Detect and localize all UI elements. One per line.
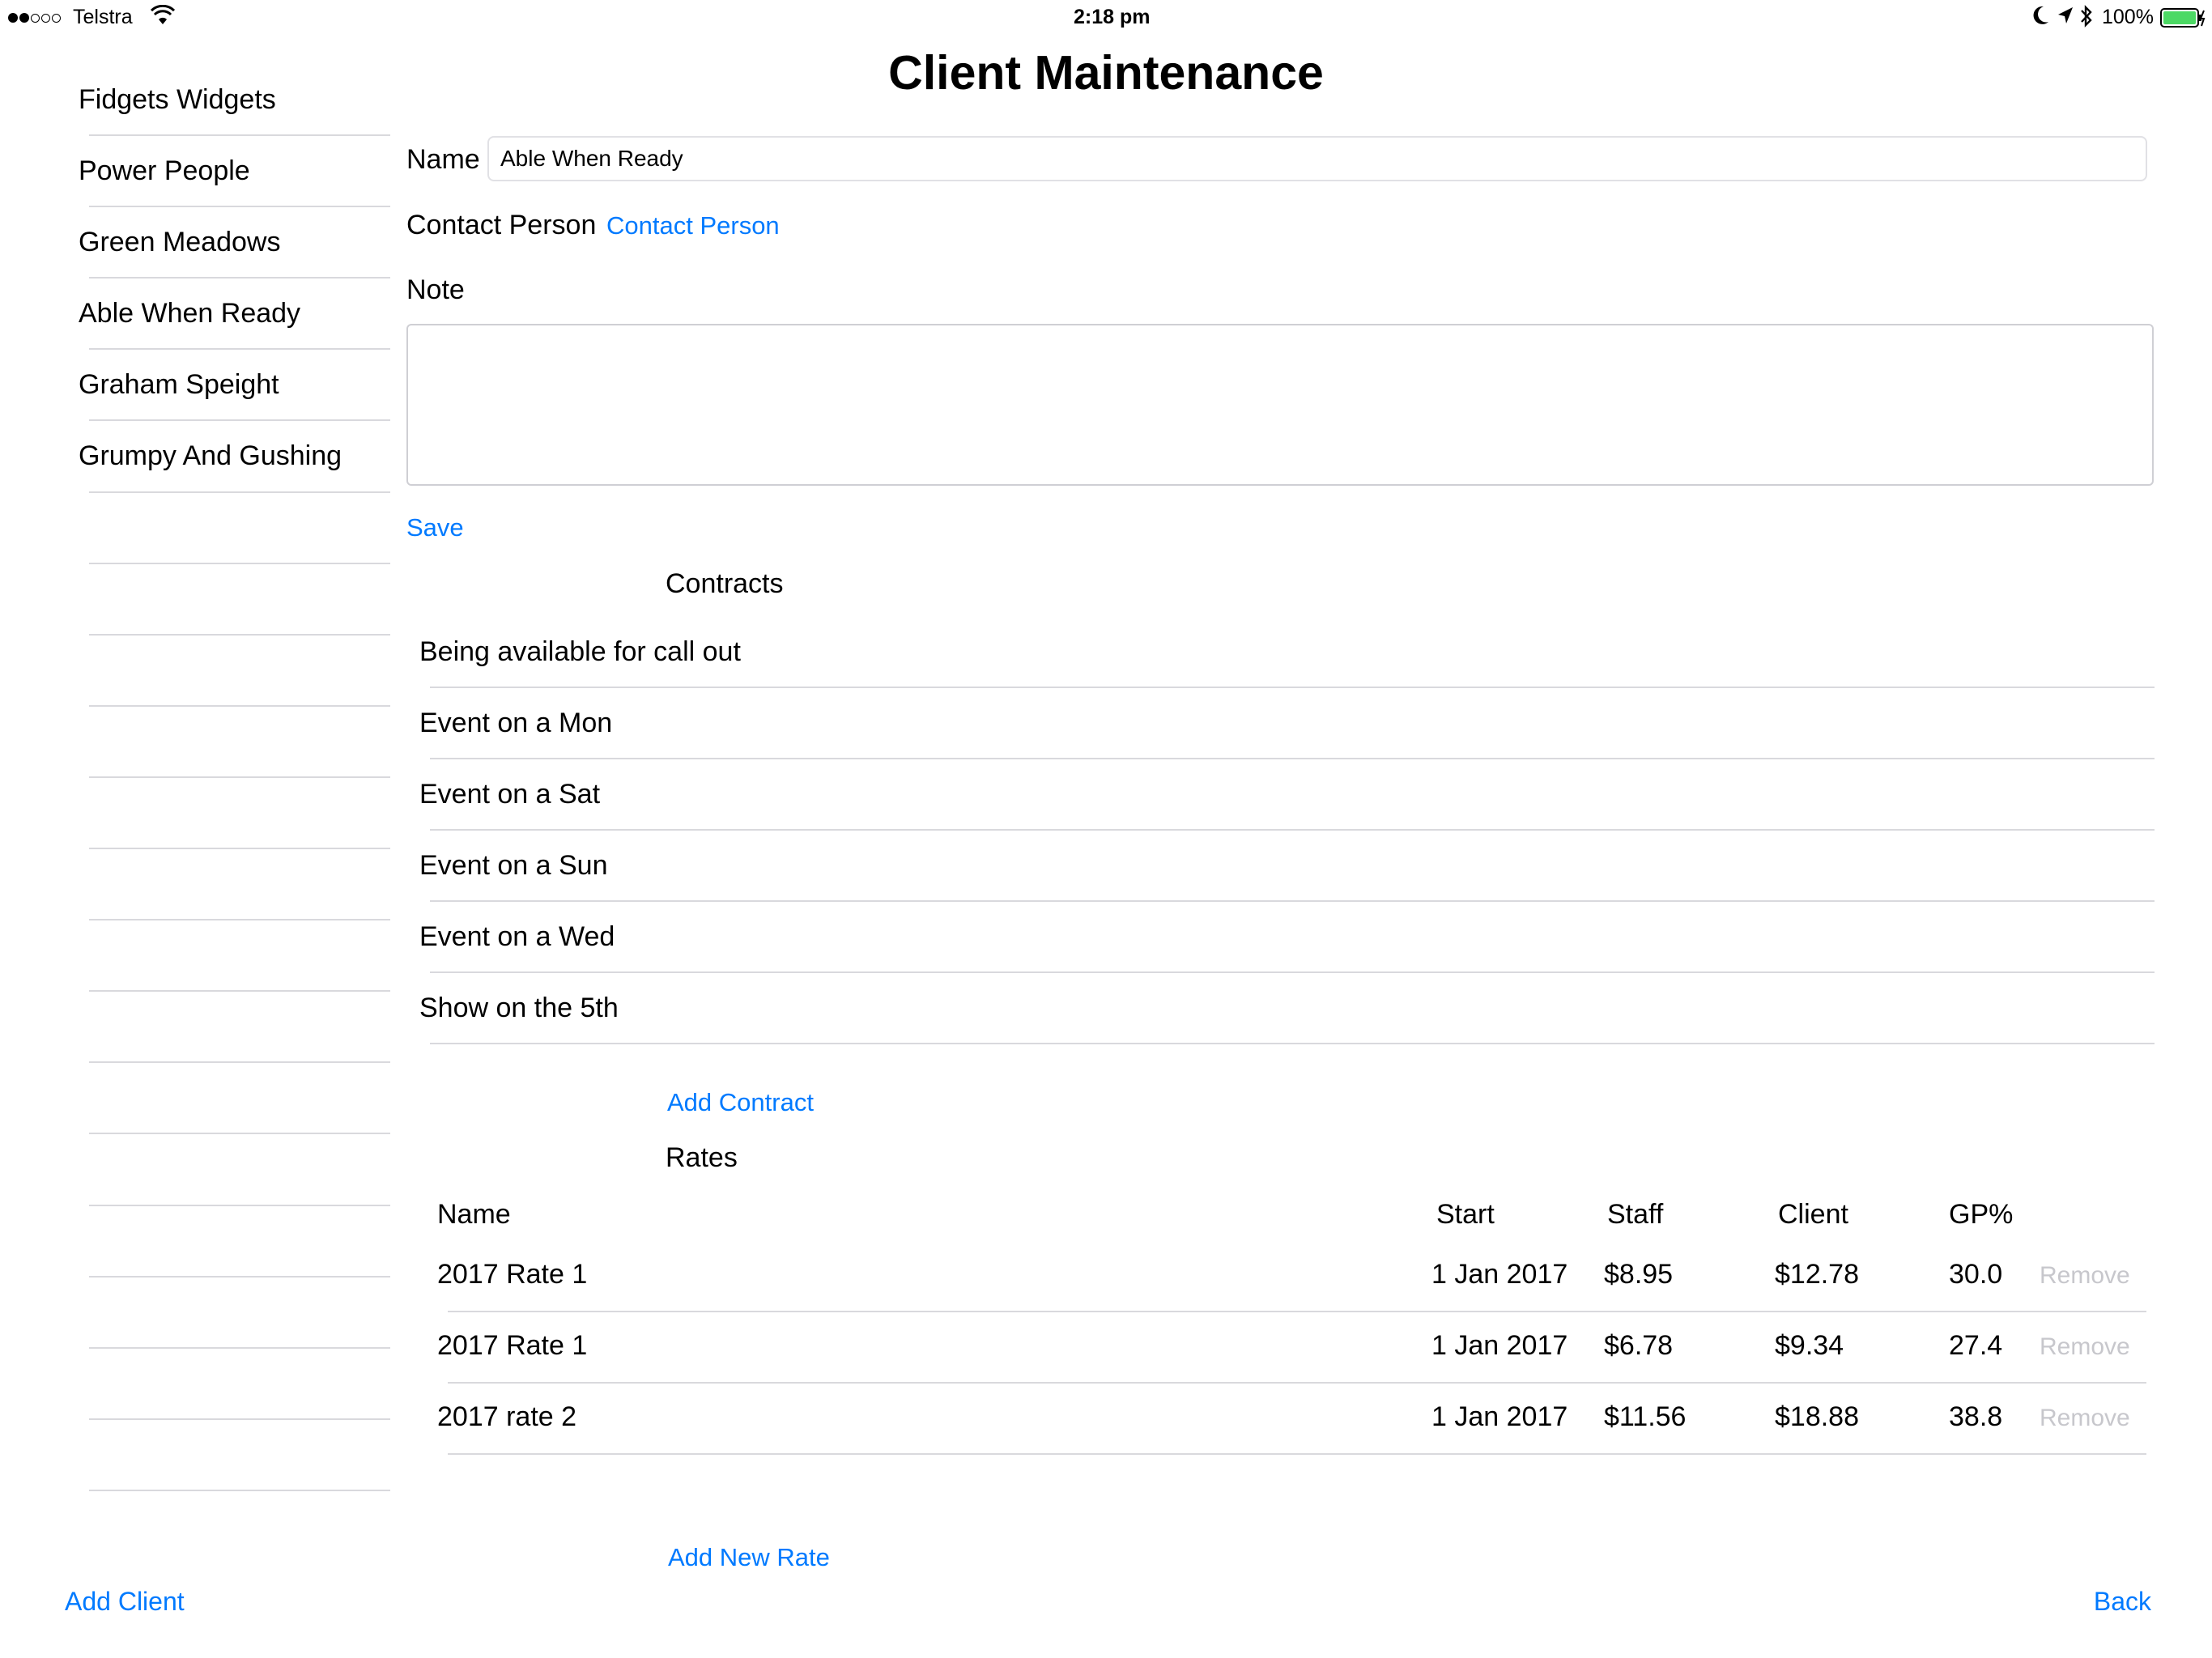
sidebar-separator	[89, 277, 390, 279]
row-separator	[448, 1382, 2146, 1384]
sidebar-separator	[89, 206, 390, 208]
clock: 2:18 pm	[1074, 6, 1151, 28]
sidebar-separator	[89, 1346, 390, 1349]
row-separator	[430, 829, 2155, 831]
signal-strength-icon	[8, 3, 62, 31]
sidebar-separator	[89, 776, 390, 778]
battery-percent: 100%	[2102, 6, 2154, 28]
remove-rate-button[interactable]: Remove	[2040, 1333, 2130, 1361]
sidebar-separator	[89, 704, 390, 707]
sidebar-separator	[89, 562, 390, 564]
sidebar-item-fidgets-widgets[interactable]: Fidgets Widgets	[79, 83, 276, 116]
status-bar: Telstra 2:18 pm 100%	[8, 3, 2206, 34]
sidebar-separator	[89, 848, 390, 849]
add-new-rate-button[interactable]: Add New Rate	[668, 1543, 830, 1572]
contract-row[interactable]: Being available for call out	[419, 636, 741, 668]
add-contract-button[interactable]: Add Contract	[667, 1088, 814, 1117]
rate-start-cell: 1 Jan 2017	[1431, 1401, 1568, 1432]
location-icon	[2057, 6, 2074, 34]
rate-name-cell: 2017 Rate 1	[437, 1259, 588, 1290]
sidebar-item-power-people[interactable]: Power People	[79, 155, 250, 187]
sidebar-separator	[89, 919, 390, 921]
column-header-start: Start	[1436, 1199, 1495, 1230]
remove-rate-button[interactable]: Remove	[2040, 1405, 2130, 1432]
page-title: Client Maintenance	[888, 46, 1324, 100]
rate-gp-cell: 38.8	[1949, 1401, 2003, 1432]
sidebar-separator	[89, 990, 390, 993]
sidebar-item-able-when-ready[interactable]: Able When Ready	[79, 297, 300, 329]
sidebar-separator	[89, 419, 390, 422]
sidebar-item-graham-speight[interactable]: Graham Speight	[79, 368, 279, 401]
rate-client-cell: $18.88	[1775, 1401, 1859, 1432]
carrier-name: Telstra	[73, 6, 133, 28]
rates-heading: Rates	[666, 1142, 738, 1173]
rate-gp-cell: 27.4	[1949, 1330, 2003, 1361]
back-button[interactable]: Back	[2094, 1587, 2151, 1617]
sidebar-separator	[89, 1418, 390, 1420]
contract-row[interactable]: Event on a Sun	[419, 850, 608, 882]
bluetooth-icon	[2079, 4, 2094, 36]
row-separator	[448, 1453, 2146, 1455]
rate-start-cell: 1 Jan 2017	[1431, 1259, 1568, 1290]
name-field[interactable]	[487, 136, 2147, 181]
row-separator	[430, 971, 2155, 973]
contact-person-label: Contact Person	[406, 210, 597, 240]
rate-staff-cell: $6.78	[1604, 1330, 1674, 1361]
row-separator	[430, 687, 2155, 688]
sidebar-separator	[89, 134, 390, 136]
row-separator	[430, 1043, 2155, 1044]
sidebar-item-green-meadows[interactable]: Green Meadows	[79, 226, 280, 258]
wifi-icon	[150, 4, 176, 33]
moon-icon	[2031, 4, 2050, 34]
rate-name-cell: 2017 Rate 1	[437, 1330, 588, 1361]
contract-row[interactable]: Event on a Mon	[419, 708, 612, 739]
contract-row[interactable]: Event on a Sat	[419, 779, 600, 810]
contracts-heading: Contracts	[666, 568, 784, 599]
sidebar-separator	[89, 1489, 390, 1491]
rate-staff-cell: $11.56	[1604, 1401, 1687, 1432]
column-header-client: Client	[1778, 1199, 1848, 1230]
rate-client-cell: $12.78	[1775, 1259, 1859, 1290]
contract-row[interactable]: Event on a Wed	[419, 921, 615, 953]
column-header-name: Name	[437, 1199, 511, 1230]
row-separator	[430, 758, 2155, 759]
column-header-gp: GP%	[1949, 1199, 2014, 1230]
add-client-button[interactable]: Add Client	[65, 1587, 185, 1617]
row-separator	[430, 900, 2155, 902]
sidebar-separator	[89, 633, 390, 636]
row-separator	[448, 1311, 2146, 1312]
sidebar-separator	[89, 1133, 390, 1135]
rate-name-cell: 2017 rate 2	[437, 1401, 577, 1432]
sidebar-separator	[89, 1061, 390, 1064]
sidebar-separator	[89, 1275, 390, 1278]
sidebar-separator	[89, 348, 390, 351]
rate-gp-cell: 30.0	[1949, 1259, 2003, 1290]
contact-person-link[interactable]: Contact Person	[606, 211, 780, 240]
name-label: Name	[406, 144, 480, 175]
sidebar-separator	[89, 491, 390, 493]
rate-staff-cell: $8.95	[1604, 1259, 1674, 1290]
note-label: Note	[406, 274, 465, 305]
remove-rate-button[interactable]: Remove	[2040, 1262, 2130, 1290]
rate-start-cell: 1 Jan 2017	[1431, 1330, 1568, 1361]
sidebar-item-grumpy-and-gushing[interactable]: Grumpy And Gushing	[79, 440, 342, 472]
save-button[interactable]: Save	[406, 513, 464, 542]
contract-row[interactable]: Show on the 5th	[419, 993, 619, 1024]
note-field[interactable]	[406, 324, 2154, 486]
column-header-staff: Staff	[1607, 1199, 1664, 1230]
sidebar-separator	[89, 1204, 390, 1206]
rate-client-cell: $9.34	[1775, 1330, 1844, 1361]
battery-icon	[2160, 7, 2206, 35]
